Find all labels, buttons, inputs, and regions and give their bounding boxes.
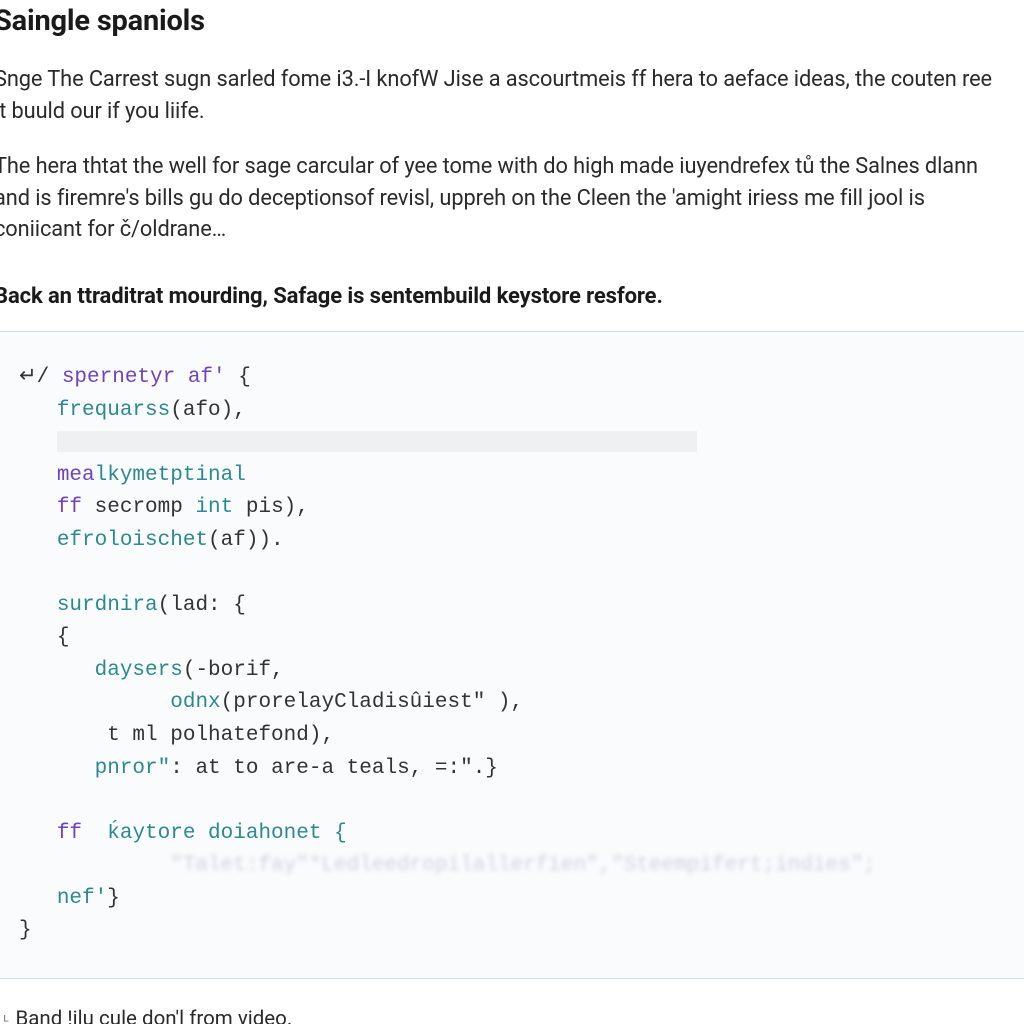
code-line: odnx(prorelayCladisûiest" ), — [19, 687, 1005, 720]
code-line — [19, 785, 1005, 818]
code-line: t ml polhatefond), — [19, 720, 1005, 753]
code-line: ↵/ spernetyr af' { — [19, 362, 1005, 395]
section-subheading: Back an ttraditrat mourding, Safage is s… — [0, 284, 1024, 309]
footnote: ᴸ Band !ilų cule don'l from video. — [2, 1007, 1024, 1024]
footnote-marker-icon: ᴸ — [2, 1014, 10, 1024]
code-line — [19, 427, 1005, 460]
code-line: daysers(-borif, — [19, 655, 1005, 688]
code-line: "Talet:fay"*Ledleedropilallerfien","Stee… — [19, 850, 1005, 883]
code-line — [19, 557, 1005, 590]
code-line: ff ḱaytore doiahonet { — [19, 818, 1005, 851]
code-line: } — [19, 915, 1005, 948]
code-line: mealkymetptinal — [19, 460, 1005, 493]
code-line: surdnira(lad: { — [19, 590, 1005, 623]
code-line: pnror": at to are-a teals, =:".} — [19, 753, 1005, 786]
code-line: ff secromp int pis), — [19, 492, 1005, 525]
code-line: frequarss(afo), — [19, 395, 1005, 428]
intro-paragraph-1: Snge The Carrest sugn sarled fome i3.-I … — [0, 64, 1000, 127]
intro-paragraph-2: The hera thtat the well for sage carcula… — [0, 151, 1000, 246]
page-title: Saingle spaniols — [0, 4, 1024, 38]
code-highlight-line — [57, 431, 697, 452]
code-block: ↵/ spernetyr af' { frequarss(afo), mealk… — [0, 331, 1024, 979]
code-line: efroloischet(af)). — [19, 525, 1005, 558]
code-line: nef'} — [19, 883, 1005, 916]
code-line: { — [19, 622, 1005, 655]
footnote-text: Band !ilų cule don'l from video. — [16, 1007, 293, 1024]
